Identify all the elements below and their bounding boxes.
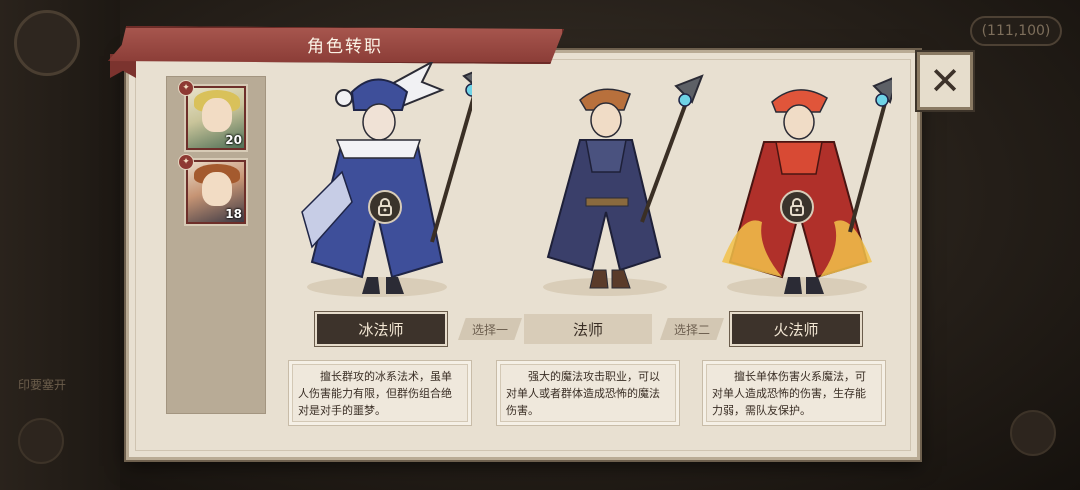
- background-sidebar: [0, 0, 120, 490]
- fire-mage-button[interactable]: 火法师: [732, 314, 860, 344]
- mage-character[interactable]: [520, 62, 710, 300]
- lock-icon: [780, 190, 814, 224]
- lock-icon: [368, 190, 402, 224]
- fire-mage-description: 擅长单体伤害火系魔法，可对单人造成恐怖的伤害，生存能力弱，需队友保护。: [702, 360, 886, 426]
- background-avatar: [14, 10, 80, 76]
- mage-description: 强大的魔法攻击职业，可以对单人或者群体造成恐怖的魔法伤害。: [496, 360, 680, 426]
- ice-mage-button[interactable]: 冰法师: [317, 314, 445, 344]
- emblem-icon: ✦: [178, 80, 194, 96]
- ice-mage-description: 擅长群攻的冰系法术，虽单人伤害能力有限，但群伤组合绝对是对手的噩梦。: [288, 360, 472, 426]
- hero-slot-2[interactable]: 18: [186, 160, 246, 224]
- background-hud-button: [1010, 410, 1056, 456]
- background-label: 印要塞开: [18, 378, 67, 392]
- choice-two-label: 选择二: [660, 318, 724, 340]
- hero-level: 18: [225, 207, 242, 221]
- ice-mage-illustration: [301, 59, 490, 297]
- close-button[interactable]: ✕: [917, 52, 973, 110]
- background-counter: (111,100): [970, 16, 1062, 46]
- hero-level: 20: [225, 133, 242, 147]
- hero-portrait-face: [202, 98, 232, 132]
- page-title: 角色转职: [307, 37, 383, 57]
- emblem-icon: ✦: [178, 154, 194, 170]
- mage-illustration: [543, 74, 704, 296]
- choice-one-label: 选择一: [458, 318, 522, 340]
- close-icon: ✕: [929, 59, 961, 103]
- hero-slot-1[interactable]: 20: [186, 86, 246, 150]
- hero-portrait-face: [202, 172, 232, 206]
- fire-mage-character[interactable]: [702, 62, 900, 300]
- mage-button[interactable]: 法师: [524, 314, 652, 344]
- background-hud-button: [18, 418, 64, 464]
- ice-mage-character[interactable]: [282, 59, 490, 300]
- fire-mage-illustration: [722, 74, 900, 297]
